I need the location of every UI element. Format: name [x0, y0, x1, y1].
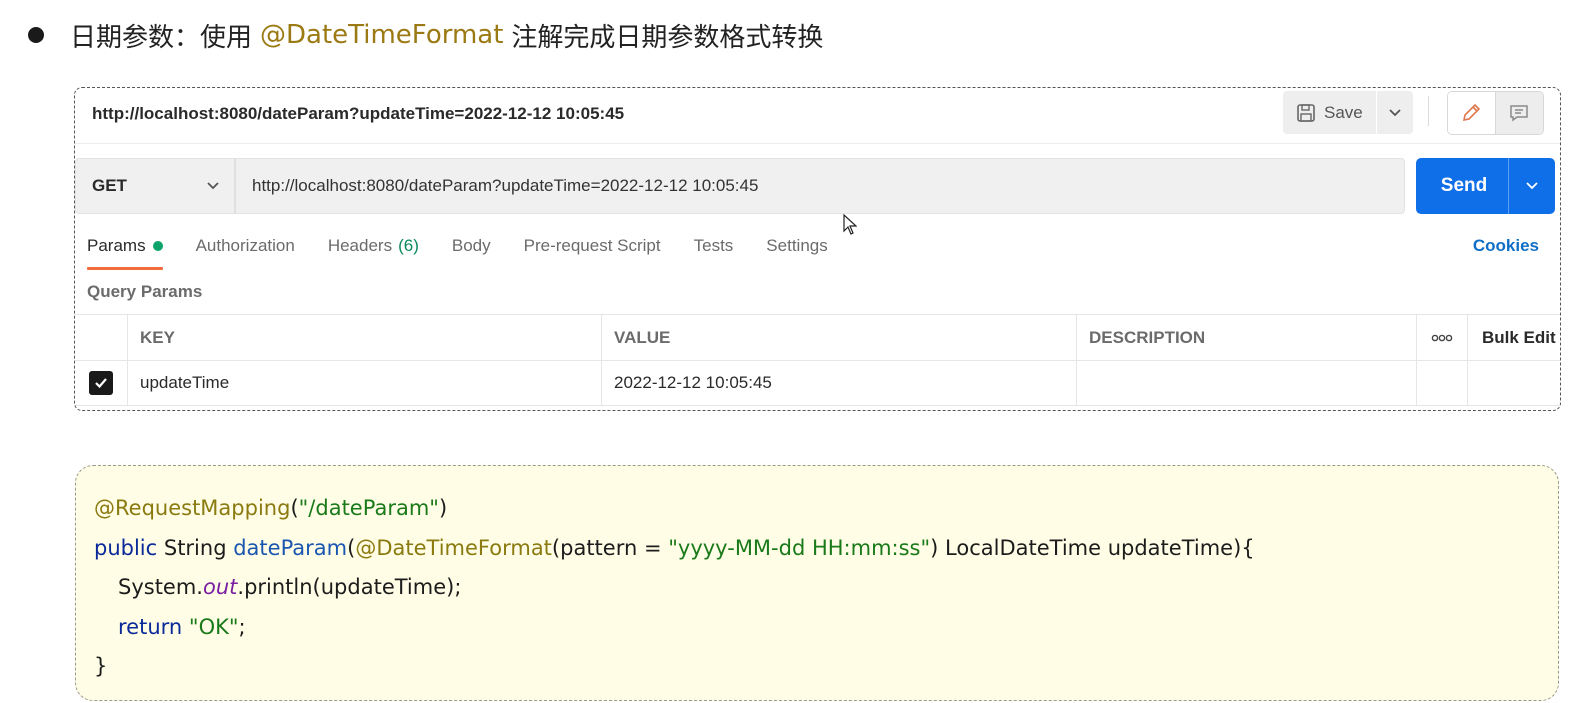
params-indicator-dot: [152, 241, 163, 251]
send-button[interactable]: Send: [1416, 158, 1508, 214]
cookies-link[interactable]: Cookies: [1473, 236, 1539, 256]
code-token: }: [94, 654, 108, 678]
tab-params[interactable]: Params: [87, 236, 163, 270]
row-checkbox[interactable]: [89, 371, 113, 395]
headers-count: (6): [398, 236, 419, 255]
postman-panel: http://localhost:8080/dateParam?updateTi…: [74, 87, 1561, 411]
code-token: (pattern =: [551, 535, 669, 560]
heading-prefix: 日期参数：使用: [70, 22, 253, 53]
code-line: @RequestMapping("/dateParam"): [94, 492, 1540, 532]
heading-suffix: 注解完成日期参数格式转换: [511, 22, 824, 53]
heading: 日期参数：使用 @DateTimeFormat 注解完成日期参数格式转换: [28, 14, 823, 56]
tab-label: Headers: [327, 236, 393, 255]
param-key[interactable]: updateTime: [127, 361, 601, 405]
code-line: }: [94, 650, 1540, 690]
request-tabs: Params Authorization Headers (6) Body Pr…: [87, 236, 861, 270]
code-token: dateParam: [233, 535, 348, 560]
pencil-icon: [1463, 103, 1481, 122]
code-token: .println(updateTime);: [237, 575, 462, 599]
chevron-down-icon: [1389, 108, 1401, 116]
tab-label: Pre-request Script: [523, 236, 661, 255]
bullet-icon: [28, 27, 44, 43]
checkmark-icon: [95, 378, 107, 389]
request-row: GET http://localhost:8080/dateParam?upda…: [75, 158, 1560, 214]
heading-annotation: @DateTimeFormat: [260, 20, 504, 50]
view-toggle: [1447, 91, 1544, 135]
tab-tests[interactable]: Tests: [694, 236, 734, 270]
row-spacer: [1467, 361, 1560, 405]
param-value[interactable]: 2022-12-12 10:05:45: [601, 361, 1076, 405]
param-description[interactable]: [1076, 361, 1416, 405]
code-block: @RequestMapping("/dateParam") public Str…: [75, 465, 1559, 701]
chevron-down-icon: [207, 182, 219, 190]
code-token: return: [118, 614, 183, 639]
mouse-cursor-icon: [843, 214, 857, 235]
query-params-label: Query Params: [87, 282, 203, 301]
save-group: Save: [1283, 91, 1413, 134]
params-table: KEY VALUE DESCRIPTION Bulk Edit updateTi…: [75, 314, 1560, 406]
code-token: ) LocalDateTime updateTime){: [930, 535, 1255, 560]
tab-label: Authorization: [195, 236, 295, 255]
code-token: (: [290, 496, 299, 520]
code-token: public: [94, 535, 158, 560]
tab-authorization[interactable]: Authorization: [196, 236, 295, 270]
code-token: System.: [118, 575, 203, 599]
method-select[interactable]: GET: [75, 158, 235, 214]
tab-headers[interactable]: Headers (6): [328, 236, 419, 270]
tab-label: Body: [451, 236, 491, 255]
code-token: @DateTimeFormat: [355, 535, 552, 560]
code-token: ): [438, 496, 448, 520]
code-token: @RequestMapping: [94, 496, 291, 520]
request-titlebar: http://localhost:8080/dateParam?updateTi…: [75, 88, 1560, 144]
save-options-button[interactable]: [1377, 91, 1413, 134]
code-token: ;: [238, 614, 246, 639]
tab-label: Params: [87, 236, 146, 255]
more-options-button[interactable]: [1416, 315, 1467, 360]
tab-label: Settings: [766, 236, 828, 255]
row-checkbox-cell: [75, 361, 127, 405]
tab-body[interactable]: Body: [452, 236, 491, 270]
header-key: KEY: [127, 315, 601, 360]
header-checkbox-cell: [75, 315, 127, 360]
more-icon: [1431, 334, 1453, 341]
code-token: out: [202, 575, 238, 599]
code-line: public String dateParam(@DateTimeFormat(…: [94, 532, 1540, 572]
tab-settings[interactable]: Settings: [766, 236, 827, 270]
edit-mode-button[interactable]: [1448, 92, 1496, 134]
header-description: DESCRIPTION: [1076, 315, 1416, 360]
send-options-button[interactable]: [1508, 158, 1555, 214]
comments-button[interactable]: [1495, 92, 1543, 134]
url-input[interactable]: http://localhost:8080/dateParam?updateTi…: [235, 158, 1405, 214]
divider: [1428, 96, 1429, 126]
code-line: return "OK";: [94, 611, 1540, 651]
tab-label: Tests: [693, 236, 734, 255]
chevron-down-icon: [1526, 182, 1538, 190]
save-icon: [1297, 103, 1315, 122]
request-title[interactable]: http://localhost:8080/dateParam?updateTi…: [92, 104, 624, 124]
row-spacer: [1416, 361, 1467, 405]
header-value: VALUE: [601, 315, 1076, 360]
send-group: Send: [1416, 158, 1555, 214]
save-button[interactable]: Save: [1283, 91, 1377, 134]
tab-pre-request-script[interactable]: Pre-request Script: [524, 236, 661, 270]
table-row: updateTime 2022-12-12 10:05:45: [75, 360, 1560, 406]
bulk-edit-button[interactable]: Bulk Edit: [1467, 315, 1560, 360]
code-token: "/dateParam": [298, 496, 439, 520]
table-header-row: KEY VALUE DESCRIPTION Bulk Edit: [75, 314, 1560, 360]
code-token: "OK": [188, 614, 239, 639]
code-line: System.out.println(updateTime);: [94, 571, 1540, 611]
comment-icon: [1510, 105, 1528, 122]
save-label: Save: [1324, 102, 1363, 122]
code-token: "yyyy-MM-dd HH:mm:ss": [668, 535, 931, 560]
code-token: String: [157, 535, 234, 560]
method-label: GET: [92, 176, 127, 195]
